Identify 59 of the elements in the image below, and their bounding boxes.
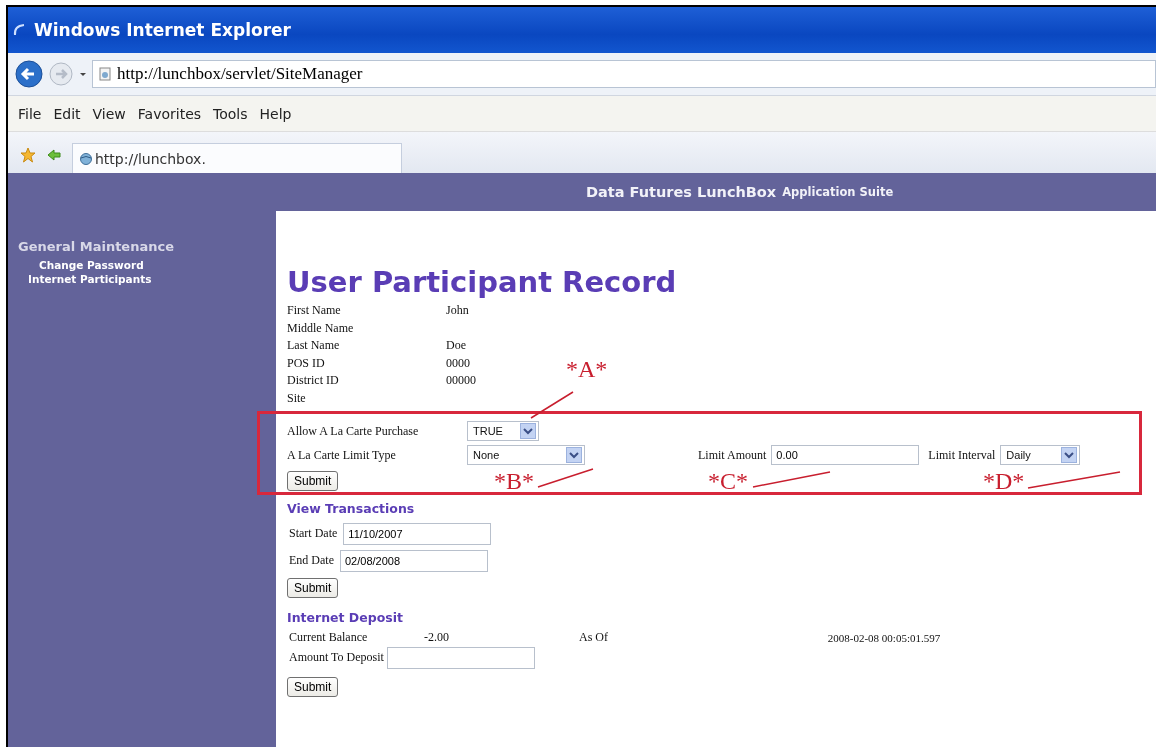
field-label: District ID [287, 373, 339, 389]
field-label: Allow A La Carte Purchase [287, 423, 420, 439]
field-label: Limit Interval [928, 447, 996, 463]
field-label: Middle Name [287, 320, 354, 336]
field-value: 00000 [446, 373, 476, 389]
leader-line [530, 391, 574, 419]
annotation-label: *B* [494, 469, 534, 493]
sidebar-link[interactable]: Change Password [8, 258, 144, 272]
brand-suffix: Application Suite [782, 185, 894, 199]
amount-field[interactable]: 0.00 [771, 445, 920, 465]
submit-button[interactable]: Submit [287, 578, 339, 598]
star-icon[interactable] [20, 147, 36, 163]
sidebar-link[interactable]: Internet Participants [8, 272, 152, 286]
field-label: Site [287, 390, 306, 406]
page-icon [99, 67, 111, 81]
dropdown[interactable]: None [467, 445, 585, 465]
menu-item[interactable]: Tools [213, 105, 248, 122]
field-value: Doe [446, 338, 466, 354]
browser-tab[interactable]: http://lunchbox. [72, 143, 402, 173]
as-of-label: As Of [579, 630, 608, 646]
submit-button[interactable]: Submit [287, 676, 339, 697]
sidebar-heading: General Maintenance [17, 239, 174, 254]
menu-item[interactable]: View [92, 105, 126, 122]
field-label: End Date [289, 553, 334, 568]
section-heading: View Transactions [287, 501, 415, 516]
field-label: POS ID [287, 355, 325, 371]
field-label: Start Date [289, 526, 338, 541]
field-label: First Name [287, 303, 341, 319]
field-label: Current Balance [289, 630, 368, 646]
submit-button[interactable]: Submit [287, 471, 339, 491]
field-label: Amount To Deposit [289, 650, 384, 665]
menu-item[interactable]: Edit [53, 105, 81, 122]
back-button[interactable] [14, 59, 44, 89]
menu-item[interactable]: Help [259, 105, 292, 122]
field-value: 0000 [446, 355, 470, 371]
timestamp: 2008-02-08 00:05:01.597 [827, 631, 941, 644]
annotation-label: *D* [983, 469, 1025, 493]
deposit-amount-field[interactable] [386, 646, 535, 669]
add-favorite-icon[interactable] [46, 147, 62, 163]
balance-value: -2.00 [424, 630, 449, 646]
menu-item[interactable]: File [18, 105, 42, 122]
window-title: Windows Internet Explorer [34, 20, 291, 40]
annotation-label: *C* [708, 469, 748, 493]
field-label: Last Name [287, 338, 340, 354]
dropdown[interactable]: Daily [1000, 445, 1081, 465]
annotation-label: *A* [566, 357, 608, 381]
dropdown[interactable]: TRUE [467, 421, 539, 441]
field-label: A La Carte Limit Type [287, 447, 397, 463]
date-field[interactable]: 02/08/2008 [340, 549, 488, 572]
menu-item[interactable]: Favorites [137, 105, 202, 122]
field-value: John [446, 303, 469, 319]
address-field[interactable]: http://lunchbox/servlet/SiteManager [92, 60, 1156, 88]
section-heading: Internet Deposit [287, 610, 403, 625]
globe-icon [79, 151, 93, 166]
date-field[interactable]: 11/10/2007 [343, 522, 492, 545]
page-title: User Participant Record [287, 265, 677, 299]
leader-line [537, 468, 594, 488]
field-label: Limit Amount [698, 447, 767, 463]
brand-name: Data Futures LunchBox [586, 184, 777, 200]
